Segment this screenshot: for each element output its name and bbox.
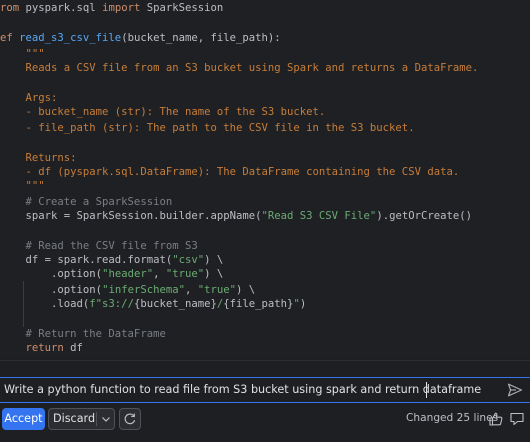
code-token: pyspark.sql bbox=[25, 2, 103, 14]
code-line: .option("header", "true") \ bbox=[0, 266, 223, 282]
code-line: """ bbox=[0, 178, 45, 194]
code-line: Reads a CSV file from an S3 bucket using… bbox=[0, 60, 479, 76]
code-token: "inferSchema" bbox=[102, 284, 185, 296]
code-token: - bucket_name (str): The name of the S3 … bbox=[0, 106, 326, 118]
code-line: .load(f"s3://{bucket_name}/{file_path}") bbox=[0, 296, 306, 312]
code-token: "csv" bbox=[172, 254, 205, 266]
code-token: "Read S3 CSV File" bbox=[261, 210, 377, 222]
refresh-icon bbox=[124, 413, 136, 425]
code-line: - df (pyspark.sql.DataFrame): The DataFr… bbox=[0, 164, 460, 180]
code-token: read_s3_csv_file bbox=[19, 32, 122, 44]
code-token: , bbox=[153, 268, 166, 280]
code-token: (bucket_name, file_path): bbox=[121, 32, 281, 44]
code-token: {bucket_name} bbox=[133, 298, 217, 310]
code-token: - df (pyspark.sql.DataFrame): The DataFr… bbox=[0, 166, 460, 178]
code-token: ) bbox=[299, 298, 307, 310]
code-line: ef read_s3_csv_file(bucket_name, file_pa… bbox=[0, 30, 281, 46]
regenerate-button[interactable] bbox=[119, 408, 141, 430]
code-token: # Return the DataFrame bbox=[0, 328, 166, 340]
code-line: rom pyspark.sql import SparkSession bbox=[0, 0, 223, 16]
code-token: ) \ bbox=[204, 268, 224, 280]
code-line: return df bbox=[0, 340, 83, 356]
code-token: - file_path (str): The path to the CSV f… bbox=[0, 122, 415, 134]
code-token: Returns: bbox=[0, 152, 77, 164]
code-token: rom bbox=[0, 2, 26, 14]
code-line: - file_path (str): The path to the CSV f… bbox=[0, 120, 415, 136]
code-token: .load( bbox=[0, 298, 90, 310]
changed-lines-label[interactable]: Changed 25 lines bbox=[406, 412, 498, 424]
panel-divider bbox=[0, 360, 530, 361]
code-token: ) \ bbox=[204, 254, 224, 266]
prompt-input[interactable]: Write a python function to read file fro… bbox=[4, 381, 494, 399]
chevron-down-icon bbox=[102, 417, 110, 422]
code-line: - bucket_name (str): The name of the S3 … bbox=[0, 104, 326, 120]
code-token: {file_path} bbox=[223, 298, 294, 310]
thumbs-up-icon bbox=[489, 412, 503, 426]
code-token: , bbox=[184, 284, 198, 296]
accept-button[interactable]: Accept bbox=[2, 408, 45, 430]
discard-dropdown[interactable] bbox=[99, 411, 113, 427]
code-token: ) \ bbox=[236, 284, 256, 296]
code-token: # Create a SparkSession bbox=[0, 196, 173, 208]
code-token: ef bbox=[0, 32, 20, 44]
comment-icon bbox=[510, 412, 524, 426]
code-token: import bbox=[102, 2, 147, 14]
discard-label: Discard bbox=[53, 412, 96, 425]
code-token: Args: bbox=[0, 92, 58, 104]
code-token: ).getOrCreate() bbox=[376, 210, 472, 222]
feedback-button[interactable] bbox=[508, 410, 526, 428]
code-token: "true" bbox=[197, 284, 237, 296]
code-token: """ bbox=[0, 180, 45, 192]
discard-button[interactable]: Discard bbox=[48, 408, 115, 430]
discard-separator bbox=[96, 412, 97, 426]
send-icon bbox=[507, 383, 523, 397]
code-token: """ bbox=[0, 48, 45, 60]
code-token: .option( bbox=[0, 284, 103, 296]
code-token: return bbox=[0, 342, 71, 354]
send-button[interactable] bbox=[505, 381, 525, 399]
code-token: SparkSession bbox=[146, 2, 224, 14]
code-token: f"s3:// bbox=[89, 298, 134, 310]
code-token: .option( bbox=[0, 268, 103, 280]
thumbs-up-button[interactable] bbox=[487, 410, 505, 428]
code-token: df bbox=[70, 342, 83, 354]
code-token: spark = SparkSession.builder.appName( bbox=[0, 210, 262, 222]
code-token: df = spark.read.format( bbox=[0, 254, 173, 266]
code-token: Reads a CSV file from an S3 bucket using… bbox=[0, 62, 479, 74]
code-line: spark = SparkSession.builder.appName("Re… bbox=[0, 208, 472, 224]
code-token: "true" bbox=[165, 268, 205, 280]
text-caret bbox=[426, 382, 427, 398]
code-editor[interactable]: rom pyspark.sql import SparkSession ef re… bbox=[0, 0, 530, 358]
code-token: # Read the CSV file from S3 bbox=[0, 240, 198, 252]
code-token: "header" bbox=[102, 268, 154, 280]
